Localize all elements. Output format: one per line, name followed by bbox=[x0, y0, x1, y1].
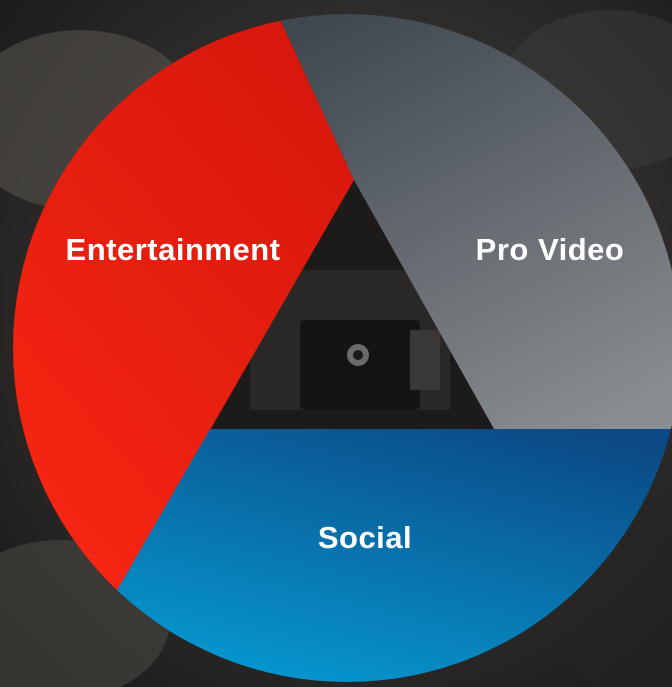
segmented-circle-diagram: Entertainment Pro Video Social bbox=[0, 0, 672, 687]
social-label: Social bbox=[318, 520, 412, 555]
pro-video-label: Pro Video bbox=[476, 232, 625, 267]
entertainment-label: Entertainment bbox=[66, 232, 281, 267]
